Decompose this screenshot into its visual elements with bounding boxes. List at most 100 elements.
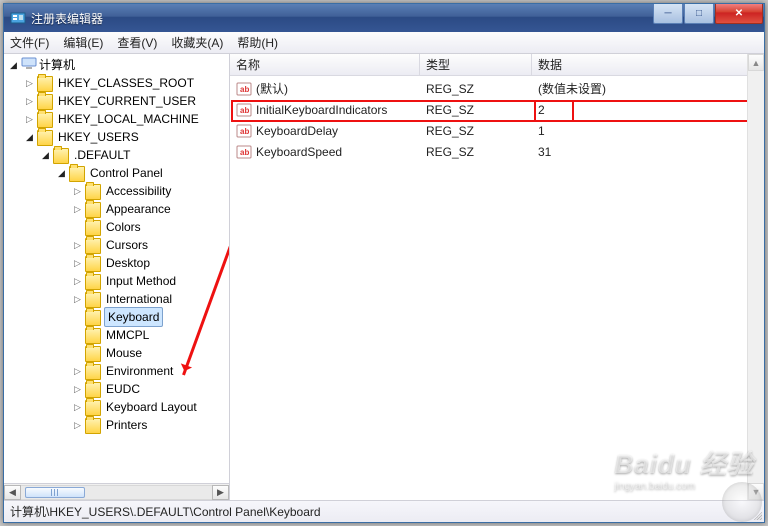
expand-icon[interactable]: ▷ xyxy=(24,114,35,125)
tree-root[interactable]: ◢ 计算机 xyxy=(8,56,229,74)
tree-node-hkcu[interactable]: ▷HKEY_CURRENT_USER xyxy=(24,92,229,110)
folder-icon xyxy=(85,346,101,362)
cell-data: 31 xyxy=(532,145,764,159)
folder-icon xyxy=(85,310,101,326)
menu-edit[interactable]: 编辑(E) xyxy=(63,34,103,51)
tree-node-eudc[interactable]: ▷EUDC xyxy=(72,380,229,398)
expand-icon[interactable]: ▷ xyxy=(72,276,83,287)
scroll-right-button[interactable]: ▶ xyxy=(212,485,229,500)
tree-node-hkcr[interactable]: ▷ HKEY_CLASSES_ROOT xyxy=(24,74,229,92)
tree-node-environment[interactable]: ▷Environment xyxy=(72,362,229,380)
minimize-button[interactable]: ─ xyxy=(653,4,683,24)
tree-node-label: MMCPL xyxy=(104,326,151,344)
tree-node-cursors[interactable]: ▷Cursors xyxy=(72,236,229,254)
menu-help[interactable]: 帮助(H) xyxy=(237,34,278,51)
tree-node-accessibility[interactable]: ▷ Accessibility xyxy=(72,182,229,200)
folder-icon xyxy=(85,184,101,200)
tree-node-hklm[interactable]: ▷ HKEY_LOCAL_MACHINE xyxy=(24,110,229,128)
scroll-thumb[interactable] xyxy=(25,487,85,498)
tree-node-keyboard layout[interactable]: ▷Keyboard Layout xyxy=(72,398,229,416)
folder-icon xyxy=(37,130,53,146)
folder-icon xyxy=(85,400,101,416)
tree-node-colors[interactable]: ▷Colors xyxy=(72,218,229,236)
body-area: ◢ 计算机 ▷ HKEY_CLASSES_ROOT ▷HKEY_CURRENT_U… xyxy=(4,54,764,500)
list-vscrollbar[interactable]: ▲ ▼ xyxy=(747,54,764,500)
tree-node-label: Mouse xyxy=(104,344,144,362)
titlebar[interactable]: 注册表编辑器 ─ □ ✕ xyxy=(4,4,764,32)
tree-node-label: Control Panel xyxy=(88,164,165,182)
list-row[interactable]: abKeyboardSpeedREG_SZ31 xyxy=(230,141,764,162)
window-controls: ─ □ ✕ xyxy=(653,4,764,24)
folder-icon xyxy=(85,418,101,434)
folder-icon xyxy=(85,328,101,344)
tree-node-appearance[interactable]: ▷Appearance xyxy=(72,200,229,218)
menubar: 文件(F) 编辑(E) 查看(V) 收藏夹(A) 帮助(H) xyxy=(4,32,764,54)
expand-icon[interactable]: ◢ xyxy=(40,150,51,161)
expand-icon[interactable]: ▷ xyxy=(72,258,83,269)
expand-icon[interactable]: ▷ xyxy=(72,204,83,215)
scroll-down-button[interactable]: ▼ xyxy=(748,483,764,500)
list-header: 名称 类型 数据 xyxy=(230,54,764,76)
menu-view[interactable]: 查看(V) xyxy=(117,34,157,51)
expand-icon[interactable]: ◢ xyxy=(56,168,67,179)
expand-icon[interactable]: ▷ xyxy=(72,366,83,377)
cell-type: REG_SZ xyxy=(420,124,532,138)
tree-hscrollbar[interactable]: ◀ ▶ xyxy=(4,483,229,500)
column-header-data[interactable]: 数据 xyxy=(532,54,764,75)
tree-node-mouse[interactable]: ▷Mouse xyxy=(72,344,229,362)
expand-icon[interactable]: ▷ xyxy=(72,186,83,197)
expand-icon[interactable]: ▷ xyxy=(72,240,83,251)
cell-name: ab(默认) xyxy=(230,80,420,97)
scroll-up-button[interactable]: ▲ xyxy=(748,54,764,71)
tree-node-input method[interactable]: ▷Input Method xyxy=(72,272,229,290)
tree-node-label: 计算机 xyxy=(37,56,77,74)
expand-icon[interactable]: ▷ xyxy=(72,420,83,431)
cell-data: 2 xyxy=(532,103,764,117)
expand-icon[interactable]: ▷ xyxy=(72,402,83,413)
folder-icon xyxy=(85,238,101,254)
column-header-type[interactable]: 类型 xyxy=(420,54,532,75)
folder-icon xyxy=(85,382,101,398)
computer-icon xyxy=(21,55,37,76)
scroll-track[interactable] xyxy=(748,71,764,483)
close-button[interactable]: ✕ xyxy=(715,4,763,24)
column-header-name[interactable]: 名称 xyxy=(230,54,420,75)
tree-node-default[interactable]: ◢.DEFAULT xyxy=(40,146,229,164)
tree-node-label: HKEY_CLASSES_ROOT xyxy=(56,74,196,92)
expand-icon[interactable]: ▷ xyxy=(72,294,83,305)
tree-node-control-panel[interactable]: ◢ Control Panel xyxy=(56,164,229,182)
folder-icon xyxy=(53,148,69,164)
tree-node-international[interactable]: ▷International xyxy=(72,290,229,308)
list-row[interactable]: ab(默认)REG_SZ(数值未设置) xyxy=(230,78,764,99)
tree-node-keyboard[interactable]: ▷Keyboard xyxy=(72,308,229,326)
expand-icon[interactable]: ▷ xyxy=(24,96,35,107)
tree-node-label: Accessibility xyxy=(104,182,173,200)
tree-node-hku[interactable]: ◢HKEY_USERS xyxy=(24,128,229,146)
tree-node-printers[interactable]: ▷Printers xyxy=(72,416,229,434)
tree-node-mmcpl[interactable]: ▷MMCPL xyxy=(72,326,229,344)
folder-icon xyxy=(69,166,85,182)
list-row[interactable]: abInitialKeyboardIndicatorsREG_SZ2 xyxy=(230,99,764,120)
expand-icon[interactable]: ◢ xyxy=(8,60,19,71)
menu-file[interactable]: 文件(F) xyxy=(10,34,49,51)
scroll-left-button[interactable]: ◀ xyxy=(4,485,21,500)
scroll-track[interactable] xyxy=(21,485,212,500)
cell-type: REG_SZ xyxy=(420,103,532,117)
tree[interactable]: ◢ 计算机 ▷ HKEY_CLASSES_ROOT ▷HKEY_CURRENT_U… xyxy=(4,54,229,483)
tree-node-label: HKEY_LOCAL_MACHINE xyxy=(56,110,201,128)
cell-data: (数值未设置) xyxy=(532,80,764,97)
tree-node-label: Keyboard xyxy=(104,307,163,327)
svg-text:ab: ab xyxy=(240,148,249,157)
tree-node-desktop[interactable]: ▷Desktop xyxy=(72,254,229,272)
expand-icon[interactable]: ◢ xyxy=(24,132,35,143)
resize-grip[interactable] xyxy=(748,506,762,520)
menu-favorites[interactable]: 收藏夹(A) xyxy=(171,34,223,51)
list-body[interactable]: ab(默认)REG_SZ(数值未设置)abInitialKeyboardIndi… xyxy=(230,76,764,500)
maximize-button[interactable]: □ xyxy=(684,4,714,24)
cell-name: abKeyboardSpeed xyxy=(230,144,420,160)
list-row[interactable]: abKeyboardDelayREG_SZ1 xyxy=(230,120,764,141)
expand-icon[interactable]: ▷ xyxy=(72,384,83,395)
folder-icon xyxy=(85,292,101,308)
value-name: InitialKeyboardIndicators xyxy=(256,103,387,117)
expand-icon[interactable]: ▷ xyxy=(24,78,35,89)
